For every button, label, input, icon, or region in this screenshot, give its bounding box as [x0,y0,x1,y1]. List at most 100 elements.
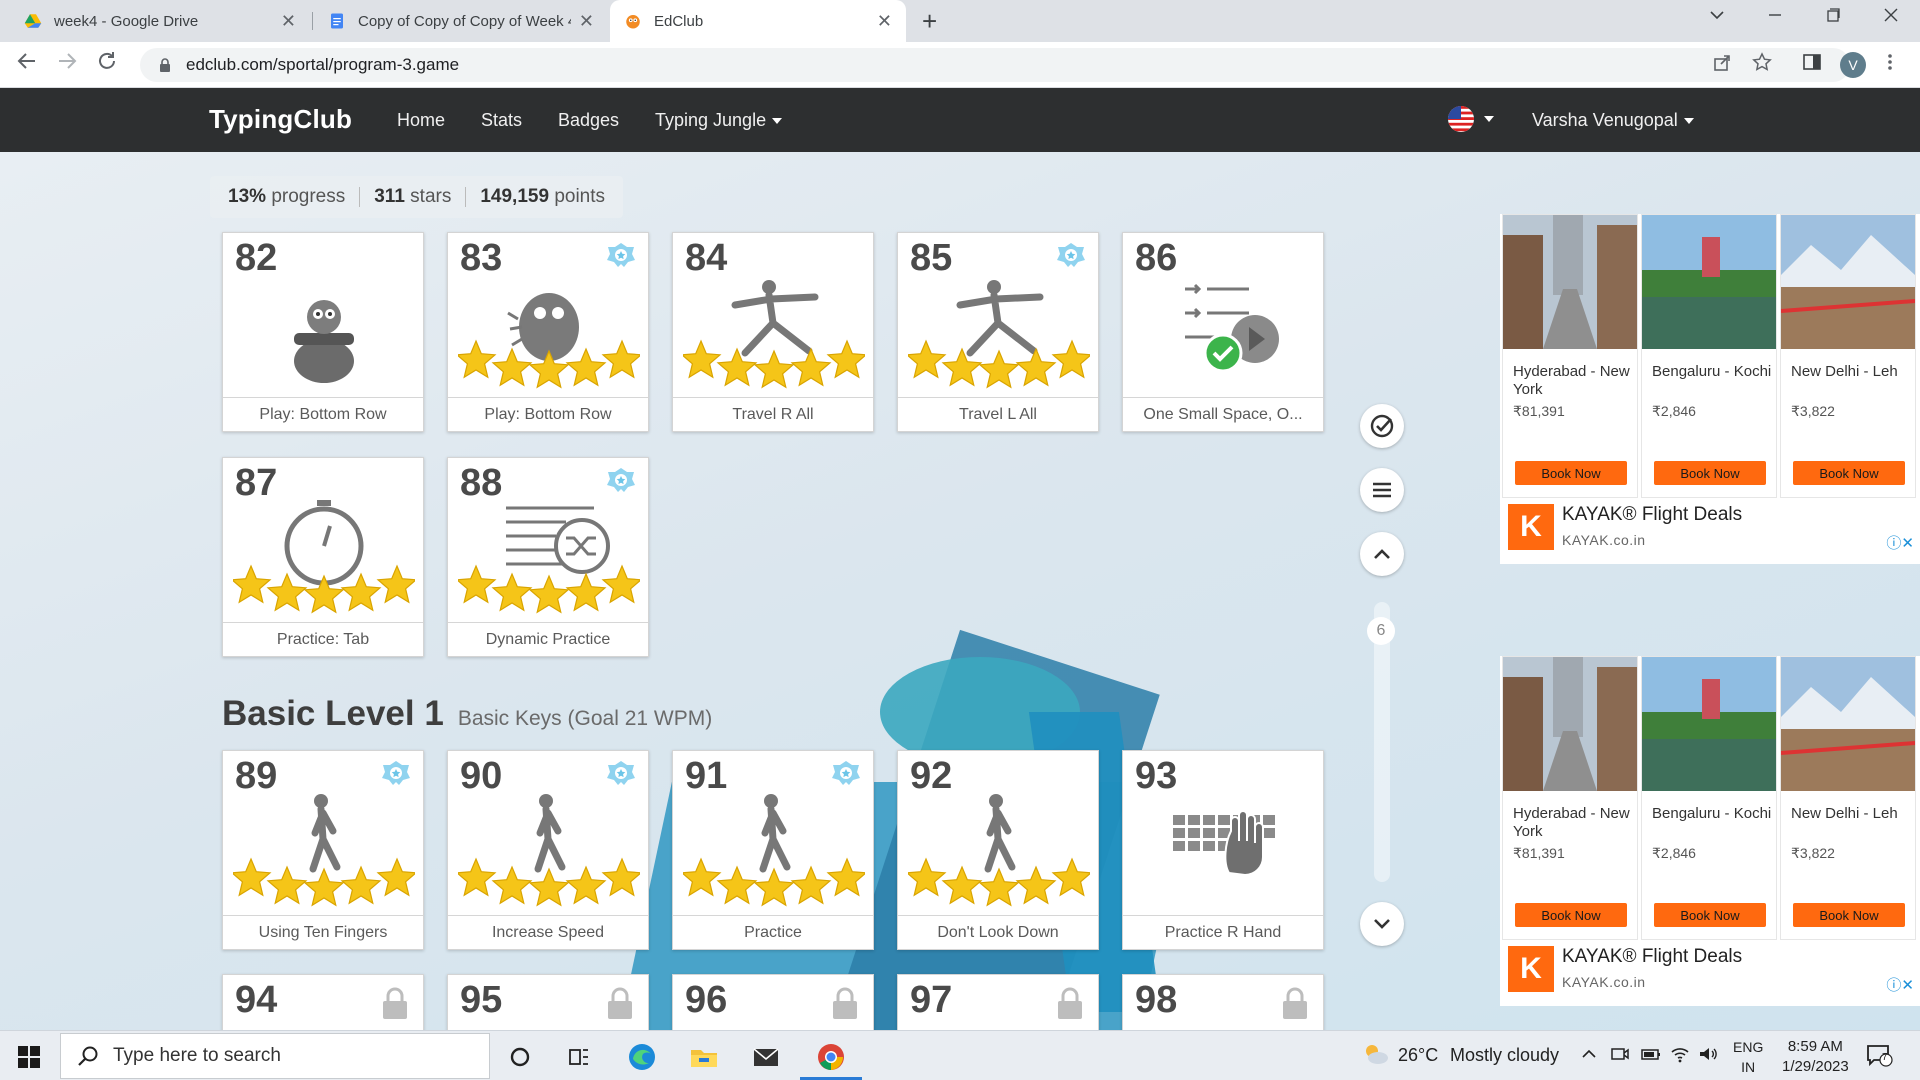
ad-info-close-icon[interactable]: ⓘ✕ [1886,532,1914,553]
nav-stats[interactable]: Stats [481,110,522,131]
deal-card[interactable]: Bengaluru - Kochi ₹2,846 Book Now [1641,656,1777,940]
weather-icon[interactable] [1360,1041,1390,1072]
weather-temp[interactable]: 26°C [1398,1045,1438,1066]
star-icon [491,865,533,905]
nav-badges[interactable]: Badges [558,110,619,131]
lesson-number: 94 [235,979,278,1021]
chevron-up-icon[interactable] [1580,1045,1598,1068]
url-field[interactable]: edclub.com/sportal/program-3.game [140,48,1850,82]
check-progress-button[interactable] [1360,404,1404,448]
cortana-icon[interactable] [504,1041,536,1073]
tab-search-chevron-icon[interactable] [1708,6,1726,29]
mail-icon[interactable] [750,1041,782,1073]
lesson-card-85[interactable]: 85 Travel L All [897,232,1099,432]
lesson-card-92[interactable]: 92 Don't Look Down [897,750,1099,950]
close-window-icon[interactable] [1882,6,1900,29]
lesson-card-96-locked[interactable]: 96 [672,974,874,1030]
lesson-card-91[interactable]: 91 Practice [672,750,874,950]
ad-title[interactable]: KAYAK® Flight Deals [1562,504,1742,526]
lock-icon [608,987,632,1019]
side-panel-icon[interactable] [1802,52,1822,78]
stars-label: stars [410,186,452,207]
lesson-card-93[interactable]: 93 Practice R Hand [1122,750,1324,950]
lesson-card-88[interactable]: 88 Dynamic Practice [447,457,649,657]
lesson-card-86[interactable]: 86 One Small Space, O... [1122,232,1324,432]
lesson-card-97-locked[interactable]: 97 [897,974,1099,1030]
divider [465,187,467,207]
wifi-icon[interactable] [1670,1045,1690,1068]
ad-title[interactable]: KAYAK® Flight Deals [1562,946,1742,968]
lesson-card-87[interactable]: 87 Practice: Tab [222,457,424,657]
lesson-card-95-locked[interactable]: 95 [447,974,649,1030]
close-tab-icon[interactable]: ✕ [877,11,892,32]
lesson-card-94-locked[interactable]: 94 [222,974,424,1030]
reload-icon[interactable] [96,50,118,78]
scroll-down-button[interactable] [1360,902,1404,946]
stars-count: 311 [374,186,405,207]
lesson-card-83[interactable]: 83 Play: Bottom Row [447,232,649,432]
lesson-card-84[interactable]: 84 Travel R All [672,232,874,432]
deal-card[interactable]: New Delhi - Leh ₹3,822 Book Now [1780,656,1916,940]
ad-info-close-icon[interactable]: ⓘ✕ [1886,974,1914,995]
book-now-button[interactable]: Book Now [1793,461,1905,485]
deal-price: ₹3,822 [1791,845,1835,861]
new-tab-button[interactable]: + [922,6,937,37]
minimize-icon[interactable] [1766,6,1784,29]
lesson-card-98-locked[interactable]: 98 [1122,974,1324,1030]
star-icon [233,857,272,897]
lesson-title: Play: Bottom Row [448,397,648,431]
deal-card[interactable]: Bengaluru - Kochi ₹2,846 Book Now [1641,214,1777,498]
lock-icon[interactable] [158,58,172,72]
notifications-icon[interactable]: 7 [1866,1043,1894,1072]
tab-google-drive[interactable]: week4 - Google Drive ✕ [10,0,310,42]
close-tab-icon[interactable]: ✕ [579,11,594,32]
profile-avatar[interactable]: V [1840,52,1866,78]
tab-edclub[interactable]: EdClub ✕ [610,0,906,42]
edge-browser-icon[interactable] [626,1041,658,1073]
chrome-icon[interactable] [815,1041,847,1073]
book-now-button[interactable]: Book Now [1515,461,1627,485]
tab-google-docs[interactable]: Copy of Copy of Copy of Week 4 ✕ [314,0,608,42]
lesson-card-90[interactable]: 90 Increase Speed [447,750,649,950]
level-subtitle: Basic Keys (Goal 21 WPM) [457,707,713,730]
five-stars-icon [458,339,640,389]
brand-logo[interactable]: TypingClub [209,104,352,135]
system-clock[interactable]: 8:59 AM 1/29/2023 [1782,1037,1849,1077]
share-icon[interactable] [1712,52,1732,78]
lesson-card-89[interactable]: 89 Using Ten Fingers [222,750,424,950]
kayak-ad[interactable]: Hyderabad - New York ₹81,391 Book Now Be… [1500,656,1920,1006]
file-explorer-icon[interactable] [688,1041,720,1073]
more-menu-icon[interactable] [1886,52,1894,78]
book-now-button[interactable]: Book Now [1654,461,1766,485]
back-icon[interactable] [16,50,38,78]
book-now-button[interactable]: Book Now [1654,903,1766,927]
deal-card[interactable]: New Delhi - Leh ₹3,822 Book Now [1780,214,1916,498]
windows-start-icon[interactable] [18,1046,40,1068]
user-menu[interactable]: Varsha Venugopal [1532,110,1694,131]
task-view-icon[interactable] [563,1041,595,1073]
star-icon [790,865,832,905]
restore-icon[interactable] [1824,6,1842,29]
volume-icon[interactable] [1698,1045,1718,1068]
scroll-up-button[interactable] [1360,532,1404,576]
lesson-card-82[interactable]: 82 Play: Bottom Row [222,232,424,432]
language-selector[interactable] [1448,106,1494,132]
book-now-button[interactable]: Book Now [1515,903,1627,927]
book-now-button[interactable]: Book Now [1793,903,1905,927]
close-tab-icon[interactable]: ✕ [281,11,296,32]
weather-text[interactable]: Mostly cloudy [1450,1045,1559,1066]
deal-card[interactable]: Hyderabad - New York ₹81,391 Book Now [1502,656,1638,940]
nav-typing-jungle[interactable]: Typing Jungle [655,110,783,131]
deal-card[interactable]: Hyderabad - New York ₹81,391 Book Now [1502,214,1638,498]
star-icon [716,865,758,905]
forward-icon[interactable] [56,50,78,78]
taskbar-search-input[interactable]: Type here to search [60,1033,490,1079]
battery-icon[interactable] [1640,1045,1662,1068]
kayak-ad[interactable]: Hyderabad - New York ₹81,391 Book Now Be… [1500,214,1920,564]
meet-now-icon[interactable] [1610,1045,1630,1068]
language-indicator[interactable]: ENG IN [1733,1037,1763,1077]
menu-button[interactable] [1360,468,1404,512]
nav-home[interactable]: Home [397,110,445,131]
lesson-title: Practice [673,915,873,949]
bookmark-star-icon[interactable] [1752,52,1772,78]
